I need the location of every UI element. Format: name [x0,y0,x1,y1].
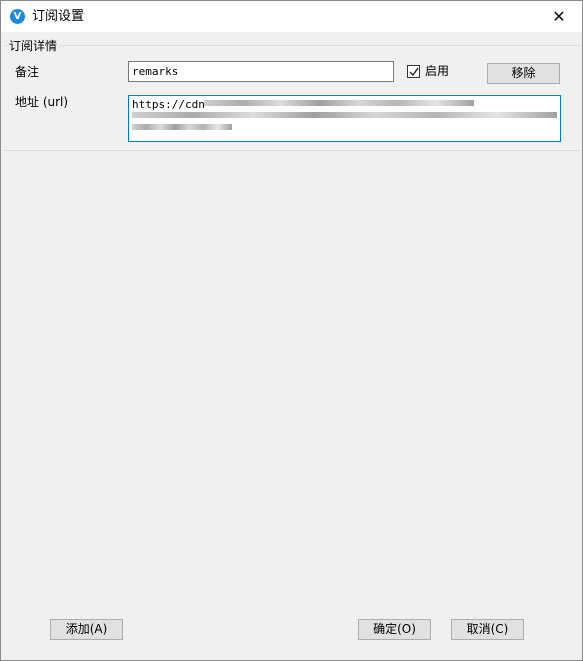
remarks-label: 备注 [15,65,40,79]
checkmark-icon [409,67,419,77]
redacted-url-line-2 [132,112,557,118]
redacted-url-line-3 [132,124,232,130]
enable-label: 启用 [425,64,450,78]
group-legend: 订阅详情 [7,39,60,53]
url-textarea[interactable]: https://cdn [128,95,561,142]
close-button[interactable]: ✕ [536,1,582,32]
dialog-window: V 订阅设置 ✕ 订阅详情 备注 启用 移除 地址 (url) https://… [0,0,583,661]
title-bar: V 订阅设置 ✕ [1,1,582,32]
ok-button[interactable]: 确定(O) [358,619,431,640]
window-title: 订阅设置 [32,9,85,24]
redacted-url-line-1 [204,100,474,106]
close-icon: ✕ [552,7,566,26]
url-label: 地址 (url) [15,95,69,109]
remarks-input[interactable] [128,61,394,82]
remove-button[interactable]: 移除 [487,63,560,84]
add-button[interactable]: 添加(A) [50,619,123,640]
cancel-button[interactable]: 取消(C) [451,619,524,640]
enable-checkbox[interactable] [407,65,420,78]
url-value-text: https://cdn [132,98,205,111]
app-logo-icon: V [10,9,25,24]
